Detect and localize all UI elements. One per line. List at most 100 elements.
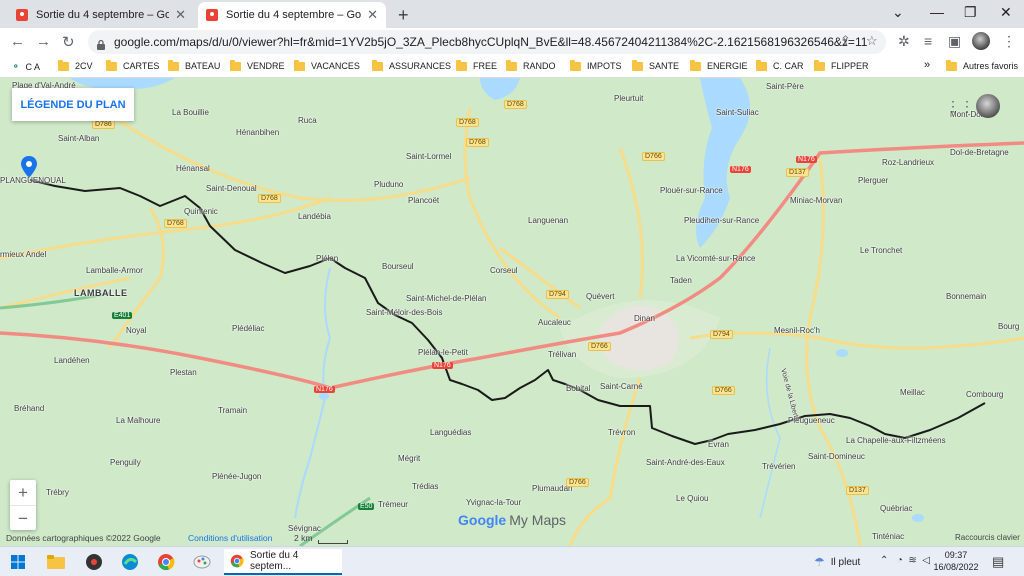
browser-toolbar: ← → ↻ google.com/maps/d/u/0/viewer?hl=fr… bbox=[0, 28, 1024, 56]
start-button[interactable] bbox=[6, 551, 30, 573]
place-label-noyal: Noyal bbox=[126, 326, 147, 335]
place-label-plestan: Plestan bbox=[170, 368, 197, 377]
chrome-icon[interactable] bbox=[154, 551, 178, 573]
folder-icon bbox=[506, 59, 517, 71]
place-label-miniac-morvan: Miniac-Morvan bbox=[790, 196, 843, 205]
place-label-plenee-jugon: Plénée-Jugon bbox=[212, 472, 262, 481]
bookmark-assurances[interactable]: ASSURANCES bbox=[372, 59, 451, 71]
bookmark-sante[interactable]: SANTE bbox=[632, 59, 679, 71]
road-label: D794 bbox=[546, 290, 569, 299]
clock[interactable]: 09:37 16/08/2022 bbox=[932, 549, 980, 573]
close-window-button[interactable]: ✕ bbox=[1000, 4, 1012, 21]
place-label-taden: Taden bbox=[670, 276, 692, 285]
bookmarks-bar: ⚬ C A 2CV CARTES BATEAU VENDRE VACANCES … bbox=[0, 56, 1024, 78]
restore-button[interactable]: ❐ bbox=[964, 4, 977, 21]
side-panel-icon[interactable]: ▣ bbox=[948, 33, 961, 50]
system-tray[interactable]: ⌃ ◔ ≋ ◁ bbox=[880, 555, 930, 566]
road-label: N176 bbox=[314, 386, 335, 393]
extensions-icon[interactable]: ✲ bbox=[898, 33, 910, 50]
tab-1[interactable]: Sortie du 4 septembre – Google My ✕ bbox=[8, 2, 194, 28]
logo-google: Google bbox=[458, 512, 507, 528]
place-label-bobital: Bobital bbox=[566, 384, 591, 393]
minimize-button[interactable]: — bbox=[930, 4, 944, 20]
location-pin-icon[interactable] bbox=[21, 156, 37, 178]
media-app-icon[interactable] bbox=[82, 551, 106, 573]
tab-strip: Sortie du 4 septembre – Google My ✕ Sort… bbox=[0, 0, 1024, 28]
road-label: D766 bbox=[712, 386, 735, 395]
scale-bar bbox=[318, 540, 348, 544]
profile-avatar[interactable] bbox=[972, 32, 990, 50]
place-label-la-bouillie: La Bouillie bbox=[172, 108, 209, 117]
taskbar-chrome-window[interactable]: Sortie du 4 septem... bbox=[224, 549, 342, 575]
share-icon[interactable]: ⇪ bbox=[840, 33, 851, 49]
legend-button[interactable]: LÉGENDE DU PLAN bbox=[12, 88, 134, 121]
rain-cloud-icon: ☂ bbox=[814, 555, 825, 569]
bookmark-flipper[interactable]: FLIPPER bbox=[814, 59, 869, 71]
tab-search-icon[interactable]: ⌄ bbox=[892, 4, 904, 21]
account-avatar[interactable] bbox=[976, 94, 1000, 118]
bookmark-ca[interactable]: ⚬ C A bbox=[12, 61, 40, 72]
place-label-quebriac: Québriac bbox=[880, 504, 913, 513]
bookmark-bateau[interactable]: BATEAU bbox=[168, 59, 220, 71]
edge-icon[interactable] bbox=[118, 551, 142, 573]
zoom-out-button[interactable]: − bbox=[10, 506, 36, 531]
reload-button[interactable]: ↻ bbox=[62, 33, 75, 51]
place-label-megrit: Mégrit bbox=[398, 454, 421, 463]
terms-link[interactable]: Conditions d'utilisation bbox=[188, 533, 272, 543]
road-label: D766 bbox=[566, 478, 589, 487]
zoom-control: + − bbox=[10, 480, 36, 530]
map-attribution-bar: Données cartographiques ©2022 Google Con… bbox=[0, 532, 1024, 546]
place-label-pleudihen: Pleudihen-sur-Rance bbox=[684, 216, 760, 225]
place-label-henanbihen: Hénanbihen bbox=[236, 128, 280, 137]
wifi-icon[interactable]: ≋ bbox=[908, 555, 916, 566]
place-label-aucaleuc: Aucaleuc bbox=[538, 318, 571, 327]
reading-list-icon[interactable]: ≡ bbox=[924, 33, 932, 49]
google-my-maps-logo: Google My Maps bbox=[458, 512, 566, 528]
other-bookmarks[interactable]: Autres favoris bbox=[946, 59, 1018, 71]
place-label-la-malhoure: La Malhoure bbox=[116, 416, 161, 425]
weather-widget[interactable]: ☂ Il pleut bbox=[814, 555, 860, 569]
chevron-up-icon[interactable]: ⌃ bbox=[880, 555, 888, 566]
bookmark-rando[interactable]: RANDO bbox=[506, 59, 556, 71]
paint-app-icon[interactable] bbox=[190, 551, 214, 573]
place-label-trevron: Trévron bbox=[608, 428, 636, 437]
zoom-in-button[interactable]: + bbox=[10, 480, 36, 505]
menu-icon[interactable]: ⋮ bbox=[1002, 33, 1016, 50]
place-label-plouer-sur-rance: Plouër-sur-Rance bbox=[660, 186, 723, 195]
notification-icon[interactable]: ▤ bbox=[992, 554, 1004, 570]
bookmark-cartes[interactable]: CARTES bbox=[106, 59, 159, 71]
road-label: D794 bbox=[710, 330, 733, 339]
bookmark-vendre[interactable]: VENDRE bbox=[230, 59, 285, 71]
bookmark-2cv[interactable]: 2CV bbox=[58, 59, 93, 71]
address-bar[interactable]: google.com/maps/d/u/0/viewer?hl=fr&mid=1… bbox=[88, 30, 886, 54]
bookmark-vacances[interactable]: VACANCES bbox=[294, 59, 360, 71]
map-canvas[interactable]: Plage d'Val-André La Bouillie Ruca Pleurtui… bbox=[0, 78, 1024, 546]
place-label-plelan: Plélan bbox=[316, 254, 339, 263]
new-tab-button[interactable]: + bbox=[398, 5, 409, 26]
place-label-bourseul: Bourseul bbox=[382, 262, 414, 271]
tab-2[interactable]: Sortie du 4 septembre – Google My ✕ bbox=[198, 2, 386, 28]
more-bookmarks-button[interactable]: » bbox=[924, 59, 930, 71]
folder-icon bbox=[814, 59, 825, 71]
google-maps-icon bbox=[16, 9, 28, 21]
bookmark-impots[interactable]: IMPOTS bbox=[570, 59, 622, 71]
back-button[interactable]: ← bbox=[10, 33, 25, 50]
place-label-bonnemain: Bonnemain bbox=[946, 292, 987, 301]
forward-button[interactable]: → bbox=[36, 33, 51, 50]
place-label-le-quiou: Le Quiou bbox=[676, 494, 709, 503]
keyboard-shortcuts-link[interactable]: Raccourcis clavier bbox=[955, 533, 1020, 542]
bookmark-energie[interactable]: ENERGIE bbox=[690, 59, 748, 71]
bookmark-free[interactable]: FREE bbox=[456, 59, 497, 71]
place-label-yvignac: Yvignac-la-Tour bbox=[466, 498, 522, 507]
file-explorer-icon[interactable] bbox=[44, 551, 68, 573]
close-tab-icon[interactable]: ✕ bbox=[367, 7, 378, 23]
road-label: D766 bbox=[588, 342, 611, 351]
close-tab-icon[interactable]: ✕ bbox=[175, 7, 186, 23]
bookmark-star-icon[interactable]: ☆ bbox=[866, 33, 878, 49]
network-icon[interactable]: ◔ bbox=[897, 555, 903, 566]
weather-text: Il pleut bbox=[830, 556, 861, 568]
bookmark-c-car[interactable]: C. CAR bbox=[756, 59, 804, 71]
place-label-evran: Évran bbox=[708, 440, 729, 449]
place-label-ruca: Ruca bbox=[298, 116, 317, 125]
volume-icon[interactable]: ◁ bbox=[922, 555, 930, 566]
